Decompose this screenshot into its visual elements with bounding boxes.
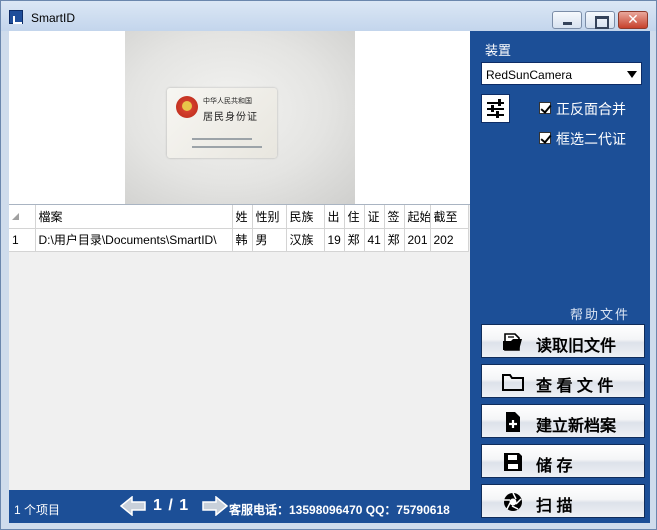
new-document-icon — [506, 412, 520, 432]
cell-valid-to[interactable]: 202 — [430, 228, 469, 252]
image-preview: 中华人民共和国 居民身份证 — [9, 31, 470, 204]
checkbox-frame-id-label[interactable]: 框选二代证 — [556, 129, 626, 149]
device-label: 装置 — [485, 43, 512, 58]
app-icon — [9, 10, 23, 24]
device-select-value: RedSunCamera — [486, 68, 573, 82]
cell-file-path[interactable]: D:\用户目录\Documents\SmartID\ — [35, 228, 233, 252]
table-row[interactable]: 1 D:\用户目录\Documents\SmartID\ 韩 男 汉族 19 郑… — [9, 228, 469, 252]
chevron-down-icon — [627, 71, 637, 78]
maximize-button[interactable] — [585, 11, 615, 29]
cell-surname[interactable]: 韩 — [232, 228, 253, 252]
side-panel: 装置 RedSunCamera 正反面合并 框选二代证 帮助文件 读取旧文件 查… — [470, 31, 650, 523]
id-card-image: 中华人民共和国 居民身份证 — [167, 88, 277, 158]
header-corner[interactable] — [9, 205, 36, 229]
main-content: 中华人民共和国 居民身份证 檔案 姓 性别 民族 出 住 证 签 起始 截至 1… — [9, 31, 650, 523]
cell-ethnicity[interactable]: 汉族 — [286, 228, 325, 252]
save-label: 储 存 — [536, 458, 573, 475]
settings-button[interactable] — [481, 94, 510, 123]
arrow-left-icon[interactable] — [120, 496, 146, 516]
column-header[interactable]: 签 — [384, 205, 405, 229]
save-button[interactable]: 储 存 — [481, 444, 645, 478]
window-title: SmartID — [31, 11, 76, 25]
read-old-file-label: 读取旧文件 — [536, 338, 617, 355]
records-grid[interactable]: 檔案 姓 性别 民族 出 住 证 签 起始 截至 1 D:\用户目录\Docum… — [9, 204, 470, 490]
new-record-label: 建立新档案 — [536, 418, 617, 435]
read-old-file-button[interactable]: 读取旧文件 — [481, 324, 645, 358]
device-select[interactable]: RedSunCamera — [481, 62, 642, 85]
scan-label: 扫 描 — [536, 498, 573, 515]
camera-aperture-icon — [504, 492, 522, 511]
new-record-button[interactable]: 建立新档案 — [481, 404, 645, 438]
row-number: 1 — [9, 228, 36, 252]
close-button[interactable]: ✕ — [618, 11, 648, 29]
records-table: 檔案 姓 性别 民族 出 住 证 签 起始 截至 1 D:\用户目录\Docum… — [9, 205, 469, 252]
save-disk-icon — [504, 453, 522, 471]
app-window: SmartID ✕ 中华人民共和国 居民身份证 檔案 姓 性别 民族 出 住 证… — [0, 0, 657, 530]
minimize-button[interactable] — [552, 11, 582, 29]
folder-icon — [502, 374, 524, 391]
title-bar[interactable]: SmartID ✕ — [1, 1, 656, 31]
column-header[interactable]: 檔案 — [35, 205, 233, 229]
checkbox-frame-id[interactable] — [539, 132, 551, 144]
cell-birth[interactable]: 19 — [324, 228, 345, 252]
column-header[interactable]: 民族 — [286, 205, 325, 229]
help-file-link[interactable]: 帮助文件 — [570, 304, 630, 323]
column-header[interactable]: 住 — [344, 205, 365, 229]
column-header[interactable]: 出 — [324, 205, 345, 229]
cell-address[interactable]: 郑 — [344, 228, 365, 252]
national-emblem-icon — [176, 96, 198, 118]
scanned-photo: 中华人民共和国 居民身份证 — [125, 31, 355, 204]
status-bar: 1 个项目 1 / 1 客服电话：13598096470 QQ：75790618 — [9, 490, 470, 523]
column-header[interactable]: 证 — [364, 205, 385, 229]
cell-id-number[interactable]: 41 — [364, 228, 385, 252]
service-contact: 客服电话：13598096470 QQ：75790618 — [229, 503, 450, 517]
close-icon: ✕ — [627, 11, 639, 27]
card-title-line: 中华人民共和国 — [203, 98, 252, 105]
item-count: 1 个项目 — [14, 503, 61, 517]
checkbox-merge-sides-label[interactable]: 正反面合并 — [556, 99, 626, 119]
checkbox-merge-sides[interactable] — [539, 102, 551, 114]
column-header[interactable]: 截至 — [430, 205, 469, 229]
column-header[interactable]: 性别 — [252, 205, 287, 229]
cell-gender[interactable]: 男 — [252, 228, 287, 252]
cell-issuer[interactable]: 郑 — [384, 228, 405, 252]
page-indicator: 1 / 1 — [153, 497, 190, 514]
scan-button[interactable]: 扫 描 — [481, 484, 645, 518]
cell-valid-from[interactable]: 201 — [404, 228, 431, 252]
column-header[interactable]: 姓 — [232, 205, 253, 229]
view-file-label: 查 看 文 件 — [536, 378, 614, 395]
view-file-button[interactable]: 查 看 文 件 — [481, 364, 645, 398]
open-file-icon — [503, 333, 522, 351]
card-subtitle-line: 居民身份证 — [203, 112, 258, 123]
table-header: 檔案 姓 性别 民族 出 住 证 签 起始 截至 — [9, 205, 469, 229]
arrow-right-icon[interactable] — [202, 496, 228, 516]
column-header[interactable]: 起始 — [404, 205, 431, 229]
